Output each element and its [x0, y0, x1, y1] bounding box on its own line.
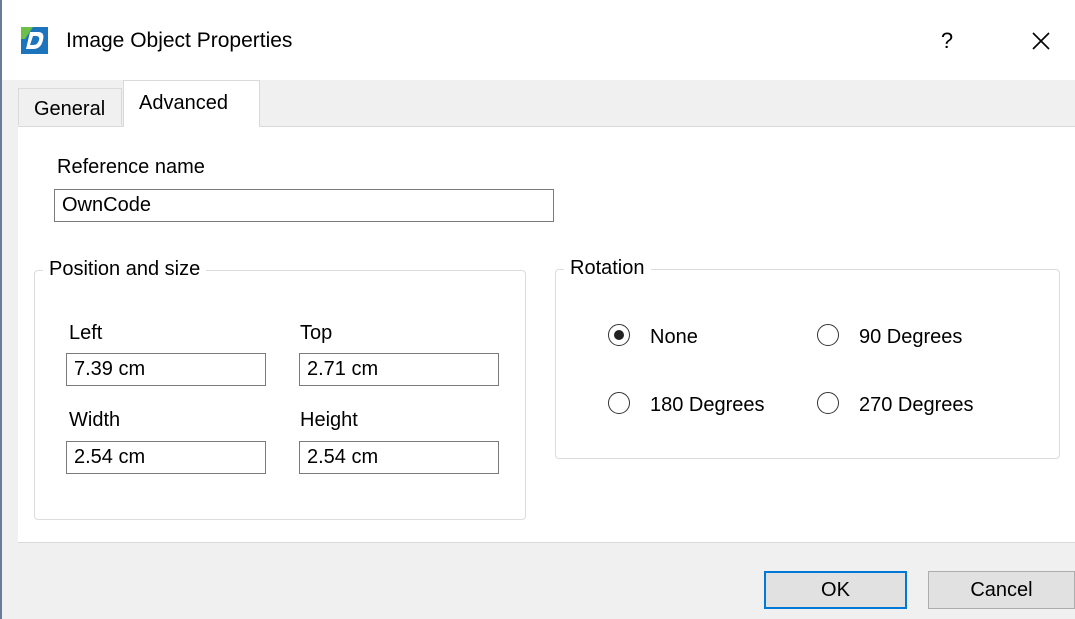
reference-name-input[interactable]: OwnCode: [54, 189, 554, 222]
tab-general[interactable]: General: [18, 88, 122, 125]
radio-90-label: 90 Degrees: [859, 326, 963, 348]
rotation-group: Rotation None 90 Degrees 180 Degrees 270…: [555, 256, 1060, 459]
cancel-button[interactable]: Cancel: [928, 571, 1075, 609]
height-input[interactable]: 2.54 cm: [299, 441, 499, 474]
radio-none-label: None: [650, 326, 698, 348]
radio-none[interactable]: None: [608, 322, 758, 352]
close-button[interactable]: [1016, 22, 1066, 60]
radio-180-label: 180 Degrees: [650, 394, 765, 416]
close-icon: [1032, 32, 1050, 50]
radio-none-circle[interactable]: [608, 324, 630, 346]
position-size-group: Position and size Left 7.39 cm Top 2.71 …: [34, 257, 526, 520]
radio-180-circle[interactable]: [608, 392, 630, 414]
top-input[interactable]: 2.71 cm: [299, 353, 499, 386]
height-label: Height: [300, 409, 358, 431]
radio-90-degrees[interactable]: 90 Degrees: [817, 322, 1017, 352]
dialog-window: Image Object Properties ? General Advanc…: [0, 0, 1075, 619]
advanced-tab-panel: Reference name OwnCode Position and size…: [18, 126, 1075, 543]
tab-advanced-label: Advanced: [139, 92, 228, 114]
left-input[interactable]: 7.39 cm: [66, 353, 266, 386]
width-input[interactable]: 2.54 cm: [66, 441, 266, 474]
tab-advanced[interactable]: Advanced: [123, 80, 260, 127]
tab-general-label: General: [34, 98, 106, 120]
width-label: Width: [69, 409, 121, 431]
radio-270-label: 270 Degrees: [859, 394, 974, 416]
help-button[interactable]: ?: [922, 22, 972, 60]
radio-selected-dot: [614, 330, 624, 340]
top-label: Top: [300, 322, 333, 344]
radio-270-degrees[interactable]: 270 Degrees: [817, 390, 1017, 420]
left-label: Left: [69, 322, 103, 344]
window-border: [0, 0, 2, 619]
window-title: Image Object Properties: [66, 29, 293, 52]
title-bar[interactable]: Image Object Properties ?: [2, 0, 1075, 80]
radio-90-circle[interactable]: [817, 324, 839, 346]
app-d-icon: [21, 27, 48, 54]
rotation-caption: Rotation: [564, 256, 651, 280]
position-size-caption: Position and size: [43, 257, 207, 281]
radio-270-circle[interactable]: [817, 392, 839, 414]
reference-name-label: Reference name: [57, 156, 205, 178]
radio-180-degrees[interactable]: 180 Degrees: [608, 390, 808, 420]
ok-button[interactable]: OK: [764, 571, 907, 609]
